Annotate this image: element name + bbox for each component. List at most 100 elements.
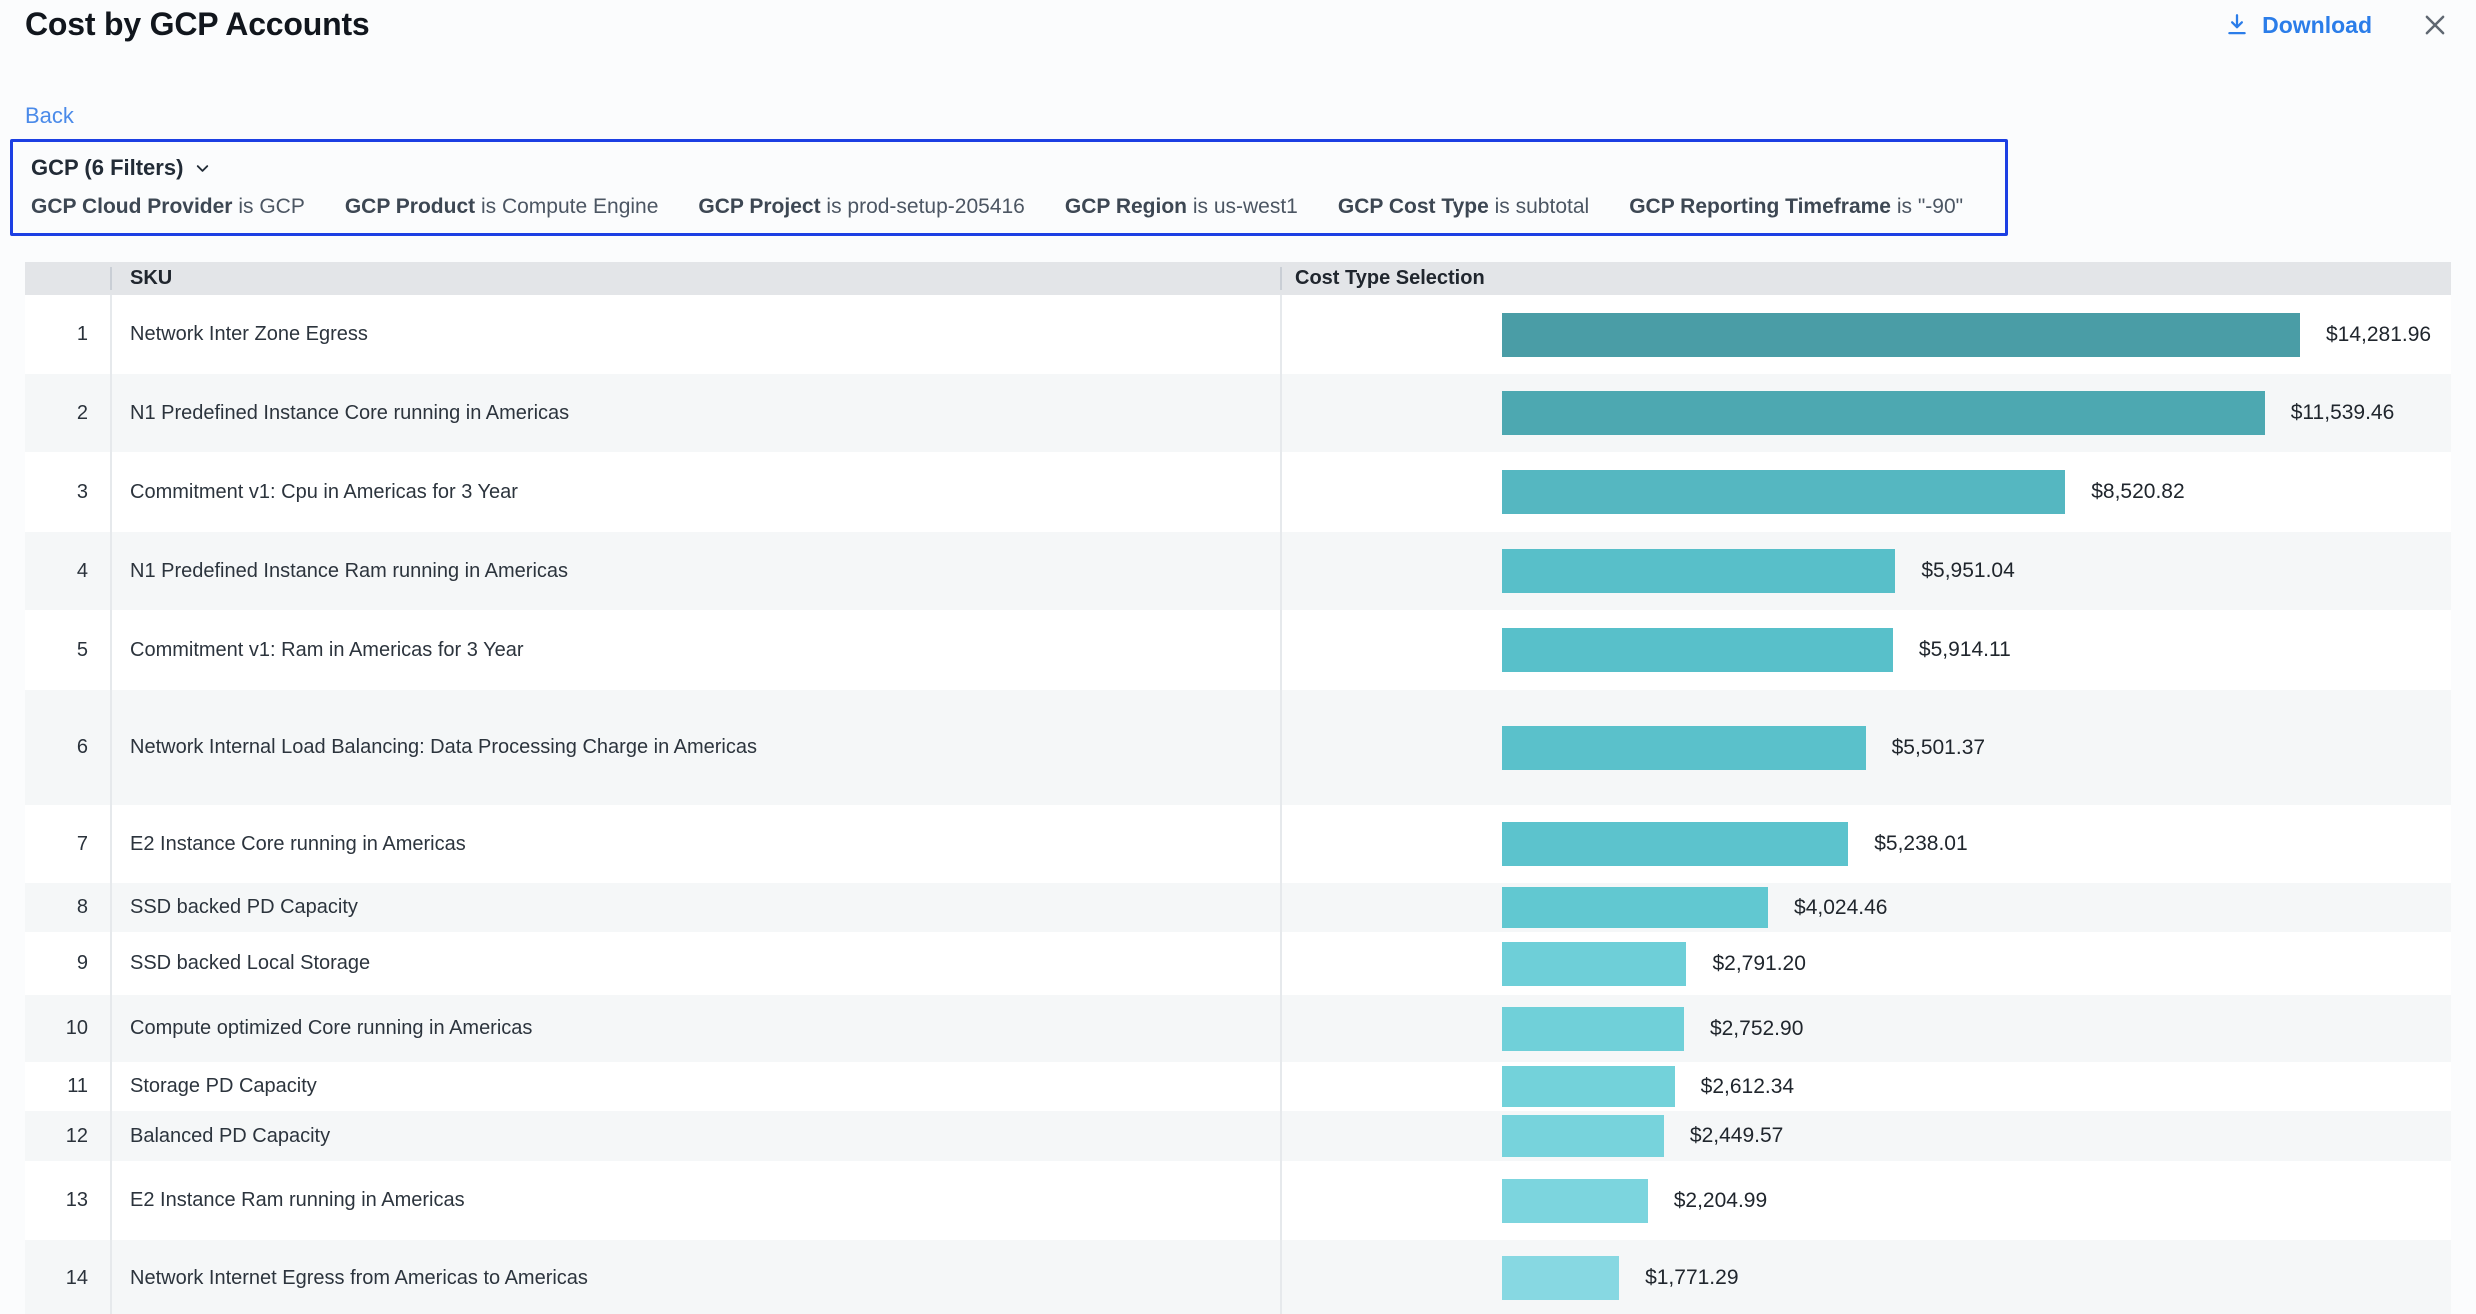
sku-cell: SSD backed Local Storage: [110, 932, 1280, 995]
sku-cell: N1 Predefined Instance Ram running in Am…: [110, 532, 1280, 610]
sku-cell: N1 Predefined Instance Core running in A…: [110, 374, 1280, 452]
cost-bar: [1502, 628, 1893, 672]
row-index: 6: [25, 690, 110, 805]
cost-bar: [1502, 1256, 1619, 1300]
row-index: 9: [25, 932, 110, 995]
cost-value-label: $5,501.37: [1892, 736, 1985, 760]
cost-value-label: $5,238.01: [1874, 832, 1967, 856]
row-index: 7: [25, 805, 110, 883]
cost-bar: [1502, 1007, 1684, 1051]
row-index: 5: [25, 610, 110, 690]
table-row: 10Compute optimized Core running in Amer…: [25, 995, 2451, 1062]
filter-chip: GCP Project is prod-setup-205416: [698, 195, 1024, 219]
cost-value-label: $5,951.04: [1921, 559, 2014, 583]
cost-bar-cell: $5,951.04: [1280, 532, 2451, 610]
cost-bar-cell: $11,539.46: [1280, 374, 2451, 452]
cost-value-label: $2,204.99: [1674, 1189, 1767, 1213]
sku-cell: Balanced PD Capacity: [110, 1111, 1280, 1161]
cost-bar-cell: $14,281.96: [1280, 295, 2451, 374]
filter-chip-condition: is prod-setup-205416: [821, 195, 1025, 218]
row-index: 4: [25, 532, 110, 610]
filter-chip-attribute: GCP Cloud Provider: [31, 195, 232, 218]
cost-type-column-header: Cost Type Selection: [1280, 267, 2451, 290]
filter-group-box: GCP (6 Filters) GCP Cloud Provider is GC…: [10, 139, 2008, 236]
cost-value-label: $11,539.46: [2291, 401, 2395, 425]
cost-bar: [1502, 942, 1686, 986]
close-icon[interactable]: [2420, 10, 2450, 40]
table-row: 7E2 Instance Core running in Americas $5,…: [25, 805, 2451, 883]
sku-cell: Commitment v1: Cpu in Americas for 3 Yea…: [110, 452, 1280, 532]
filter-chip: GCP Cost Type is subtotal: [1338, 195, 1589, 219]
table-body: 1Network Inter Zone Egress$14,281.962N1 …: [25, 295, 2451, 1314]
filter-chip-attribute: GCP Cost Type: [1338, 195, 1489, 218]
filter-chip-list: GCP Cloud Provider is GCPGCP Product is …: [31, 195, 1987, 219]
cost-bar: [1502, 313, 2300, 357]
row-index: 8: [25, 883, 110, 932]
cost-bar-cell: $5,914.11: [1280, 610, 2451, 690]
cost-bar-cell: $2,449.57: [1280, 1111, 2451, 1161]
filter-chip-condition: is us-west1: [1187, 195, 1298, 218]
table-row: 1Network Inter Zone Egress$14,281.96: [25, 295, 2451, 374]
filter-chip-condition: is Compute Engine: [475, 195, 658, 218]
cost-bar: [1502, 470, 2065, 514]
cost-bar: [1502, 391, 2265, 435]
sku-column-header: SKU: [110, 267, 1280, 290]
cost-bar: [1502, 887, 1768, 928]
table-row: 6Network Internal Load Balancing: Data P…: [25, 690, 2451, 805]
download-label: Download: [2262, 12, 2372, 39]
cost-bar-cell: $4,024.46: [1280, 883, 2451, 932]
filter-chip: GCP Reporting Timeframe is "-90": [1629, 195, 1963, 219]
sku-cell: Network Internal Load Balancing: Data Pr…: [110, 690, 1280, 805]
table-row: 12Balanced PD Capacity $2,449.57: [25, 1111, 2451, 1161]
table-row: 8SSD backed PD Capacity$4,024.46: [25, 883, 2451, 932]
cost-bar: [1502, 549, 1895, 593]
sku-cell: E2 Instance Ram running in Americas: [110, 1161, 1280, 1240]
table-row: 11Storage PD Capacity$2,612.34: [25, 1062, 2451, 1111]
sku-cell: SSD backed PD Capacity: [110, 883, 1280, 932]
cost-value-label: $14,281.96: [2326, 323, 2431, 347]
table-row: 9SSD backed Local Storage$2,791.20: [25, 932, 2451, 995]
row-index: 1: [25, 295, 110, 374]
download-icon: [2224, 12, 2250, 38]
cost-bar-cell: $2,204.99: [1280, 1161, 2451, 1240]
cost-bar: [1502, 1179, 1648, 1223]
filter-summary-label: GCP (6 Filters): [31, 155, 183, 181]
sku-cell: Commitment v1: Ram in Americas for 3 Yea…: [110, 610, 1280, 690]
row-index: 11: [25, 1062, 110, 1111]
row-index: 13: [25, 1161, 110, 1240]
cost-bar-cell: $2,752.90: [1280, 995, 2451, 1062]
table-row: 14Network Internet Egress from Americas …: [25, 1240, 2451, 1314]
table-header-row: SKU Cost Type Selection: [25, 262, 2451, 295]
cost-value-label: $8,520.82: [2091, 480, 2184, 504]
cost-value-label: $2,752.90: [1710, 1017, 1803, 1041]
sku-cell: Network Internet Egress from Americas to…: [110, 1240, 1280, 1314]
table-row: 3Commitment v1: Cpu in Americas for 3 Ye…: [25, 452, 2451, 532]
page-title: Cost by GCP Accounts: [25, 6, 370, 43]
cost-value-label: $1,771.29: [1645, 1266, 1738, 1290]
sku-cell: E2 Instance Core running in Americas: [110, 805, 1280, 883]
top-actions: Download: [2224, 10, 2450, 40]
row-index: 10: [25, 995, 110, 1062]
table-row: 13E2 Instance Ram running in Americas $2,…: [25, 1161, 2451, 1240]
sku-cell: Storage PD Capacity: [110, 1062, 1280, 1111]
sku-cell: Compute optimized Core running in Americ…: [110, 995, 1280, 1062]
back-link[interactable]: Back: [25, 103, 74, 129]
filter-chip-attribute: GCP Region: [1065, 195, 1187, 218]
cost-value-label: $2,449.57: [1690, 1124, 1783, 1148]
row-index: 2: [25, 374, 110, 452]
cost-table: SKU Cost Type Selection 1Network Inter Z…: [25, 262, 2451, 1314]
row-index: 3: [25, 452, 110, 532]
cost-bar-cell: $1,771.29: [1280, 1240, 2451, 1314]
row-index: 12: [25, 1111, 110, 1161]
filter-summary-toggle[interactable]: GCP (6 Filters): [31, 155, 212, 181]
filter-chip: GCP Region is us-west1: [1065, 195, 1298, 219]
filter-chip-condition: is subtotal: [1489, 195, 1589, 218]
table-row: 5Commitment v1: Ram in Americas for 3 Ye…: [25, 610, 2451, 690]
row-index: 14: [25, 1240, 110, 1314]
cost-bar-cell: $2,791.20: [1280, 932, 2451, 995]
cost-report-panel: Cost by GCP Accounts Download Back GCP (…: [0, 0, 2476, 1314]
cost-bar-cell: $2,612.34: [1280, 1062, 2451, 1111]
download-button[interactable]: Download: [2224, 12, 2372, 39]
cost-bar: [1502, 1115, 1664, 1157]
filter-chip-attribute: GCP Project: [698, 195, 820, 218]
